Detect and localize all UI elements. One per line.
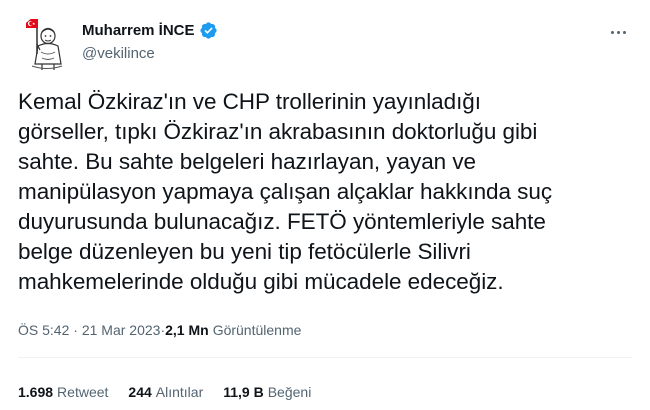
likes-stat[interactable]: 11,9 B Beğeni bbox=[223, 384, 311, 400]
tweet-header: Muharrem İNCE @vekilince bbox=[18, 14, 632, 74]
divider bbox=[18, 357, 632, 358]
tweet-text-line: sahte. Bu sahte belgeleri hazırlayan, ya… bbox=[18, 149, 476, 174]
quotes-label: Alıntılar bbox=[155, 384, 204, 400]
retweets-label: Retweet bbox=[57, 384, 109, 400]
meta-separator: · bbox=[69, 322, 82, 338]
tweet-date: 21 Mar 2023 bbox=[81, 322, 161, 338]
author-handle[interactable]: @vekilince bbox=[82, 45, 218, 62]
tweet-text-line: belge düzenleyen bu yeni tip fetöcülerle… bbox=[18, 239, 471, 264]
tweet-text-line: mahkemelerinde olduğu gibi mücadele edec… bbox=[18, 269, 504, 294]
views-count: 2,1 Mn bbox=[165, 322, 209, 338]
likes-count: 11,9 B bbox=[223, 384, 264, 400]
display-name-row: Muharrem İNCE bbox=[82, 21, 218, 40]
tweet-time-link[interactable]: ÖS 5:42 · 21 Mar 2023 bbox=[18, 322, 160, 338]
author-display-name[interactable]: Muharrem İNCE bbox=[82, 22, 195, 39]
tweet-card: Muharrem İNCE @vekilince Kemal Özkiraz'ı… bbox=[0, 0, 650, 410]
tweet-stats: 1.698 Retweet 244 Alıntılar 11,9 B Beğeni bbox=[18, 384, 311, 400]
more-dot-icon bbox=[622, 30, 626, 34]
avatar[interactable] bbox=[18, 14, 76, 72]
verified-badge-icon bbox=[199, 22, 217, 39]
quotes-count: 244 bbox=[128, 384, 152, 400]
tweet-text-line: Kemal Özkiraz'ın ve CHP trollerinin yayı… bbox=[18, 89, 481, 114]
flag-mascot-avatar-icon bbox=[18, 14, 76, 72]
more-dot-icon bbox=[610, 30, 614, 34]
tweet-text-line: duyurusunda bulunacağız. FETÖ yöntemleri… bbox=[18, 209, 546, 234]
more-dot-icon bbox=[616, 30, 620, 34]
tweet-text-line: manipülasyon yapmaya çalışan alçaklar ha… bbox=[18, 179, 553, 204]
quotes-stat[interactable]: 244 Alıntılar bbox=[128, 384, 203, 400]
retweets-count: 1.698 bbox=[18, 384, 54, 400]
more-options-button[interactable] bbox=[604, 22, 632, 42]
tweet-text-line: görseller, tıpkı Özkiraz'ın akrabasının … bbox=[18, 119, 538, 144]
likes-label: Beğeni bbox=[267, 384, 312, 400]
author-names: Muharrem İNCE @vekilince bbox=[82, 21, 218, 62]
retweets-stat[interactable]: 1.698 Retweet bbox=[18, 384, 108, 400]
tweet-meta: ÖS 5:42 · 21 Mar 2023 · 2,1 Mn Görüntüle… bbox=[18, 322, 301, 338]
tweet-text: Kemal Özkiraz'ın ve CHP trollerinin yayı… bbox=[18, 87, 632, 297]
views-label: Görüntülenme bbox=[212, 322, 302, 338]
tweet-time: ÖS 5:42 bbox=[18, 322, 70, 338]
